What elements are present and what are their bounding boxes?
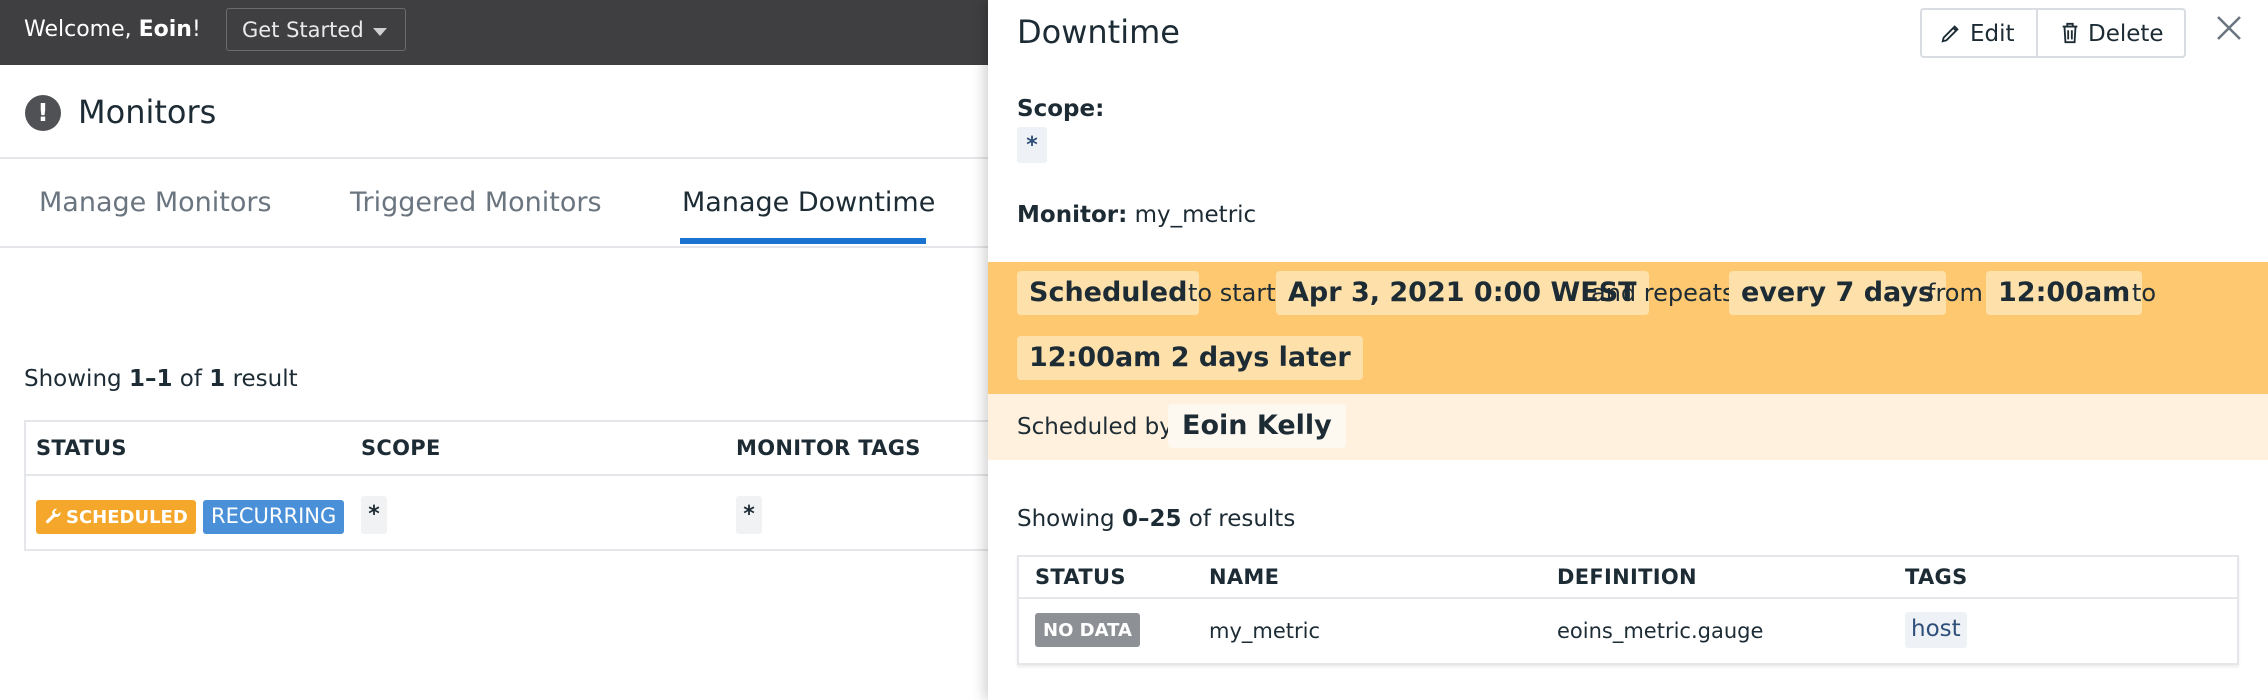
edit-button[interactable]: Edit: [1920, 8, 2038, 58]
tab-triggered-monitors[interactable]: Triggered Monitors: [350, 187, 602, 218]
schedule-repeats-text: and repeats: [1591, 279, 1735, 307]
welcome-message: Welcome, Eoin!: [24, 16, 201, 44]
schedule-from-text: from: [1927, 279, 1983, 307]
scheduled-badge-label: SCHEDULED: [66, 507, 188, 528]
monitor-name-link[interactable]: my_metric: [1209, 619, 1320, 643]
column-header-status: STATUS: [1035, 565, 1126, 589]
scope-label: Scope:: [1017, 96, 1105, 122]
tag-chip[interactable]: host: [1905, 612, 1967, 648]
schedule-to-start-text: to start: [1188, 279, 1276, 307]
header-divider: [1019, 597, 2237, 599]
result-total: 1: [209, 366, 226, 392]
monitor-line: Monitor: my_metric: [1017, 202, 1256, 228]
downtime-table: STATUS SCOPE MONITOR TAGS SCHEDULED RECU…: [24, 420, 1006, 551]
caret-down-icon: [373, 28, 387, 36]
recurring-badge: RECURRING: [203, 500, 345, 534]
column-header-definition: DEFINITION: [1557, 565, 1697, 589]
monitor-label: Monitor:: [1017, 202, 1128, 228]
edit-label: Edit: [1970, 21, 2015, 47]
no-data-badge: NO DATA: [1035, 613, 1140, 647]
column-header-name: NAME: [1209, 565, 1280, 589]
user-name: Eoin: [138, 17, 192, 42]
results-count: Showing 0–25 of results: [1017, 506, 1295, 532]
column-header-status: STATUS: [36, 436, 127, 460]
column-header-monitor-tags: MONITOR TAGS: [736, 436, 921, 460]
affected-monitors-table: STATUS NAME DEFINITION TAGS NO DATA my_m…: [1017, 555, 2239, 665]
result-count-prefix: Showing: [24, 366, 129, 392]
monitor-tags-value: *: [736, 496, 762, 534]
results-suffix: of results: [1181, 506, 1296, 532]
schedule-summary: Scheduled to start Apr 3, 2021 0:00 WEST…: [988, 262, 2268, 394]
results-range: 0–25: [1121, 506, 1182, 532]
monitor-tabs: Manage Monitors Triggered Monitors Manag…: [0, 159, 988, 248]
result-suffix: result: [225, 366, 298, 392]
scheduled-by-label: Scheduled by: [1017, 414, 1173, 440]
tab-manage-downtime[interactable]: Manage Downtime: [682, 187, 935, 218]
exclamation-circle-icon: !: [25, 95, 61, 131]
downtime-drawer: Downtime Edit Delete Scope: * Monitor: m…: [988, 0, 2268, 700]
page-title: Monitors: [78, 93, 217, 131]
scope-value: *: [361, 496, 387, 534]
result-range: 1–1: [128, 366, 173, 392]
monitor-definition: eoins_metric.gauge: [1557, 619, 1764, 643]
close-icon[interactable]: [2214, 13, 2244, 43]
schedule-to-time-pill: 12:00am 2 days later: [1017, 336, 1363, 380]
pencil-icon: [1941, 25, 1959, 43]
schedule-to-text: to: [2132, 279, 2157, 307]
trash-icon: [2062, 22, 2078, 44]
tab-manage-monitors[interactable]: Manage Monitors: [39, 187, 272, 218]
result-of: of: [172, 366, 210, 392]
schedule-from-time-pill: 12:00am: [1986, 271, 2143, 315]
scheduled-badge: SCHEDULED: [36, 500, 196, 534]
scheduled-by-user: Eoin Kelly: [1168, 404, 1346, 448]
schedule-status-pill: Scheduled: [1017, 271, 1200, 315]
welcome-suffix: !: [191, 17, 201, 42]
drawer-title: Downtime: [1017, 13, 1180, 51]
get-started-label: Get Started: [242, 18, 364, 42]
scope-chip: *: [1017, 127, 1047, 163]
active-tab-indicator: [680, 238, 926, 244]
header-divider: [26, 474, 1006, 476]
results-count-prefix: Showing: [1017, 506, 1122, 532]
wrench-icon: [46, 508, 61, 524]
welcome-prefix: Welcome,: [24, 17, 139, 42]
column-header-scope: SCOPE: [361, 436, 441, 460]
delete-button[interactable]: Delete: [2038, 8, 2186, 58]
get-started-dropdown[interactable]: Get Started: [226, 8, 406, 51]
page-header: ! Monitors: [0, 65, 988, 159]
scheduled-by-row: Scheduled by Eoin Kelly: [988, 394, 2268, 460]
delete-label: Delete: [2088, 21, 2164, 47]
monitor-value: my_metric: [1134, 202, 1257, 228]
result-count: Showing 1–1 of 1 result: [24, 366, 298, 392]
column-header-tags: TAGS: [1905, 565, 1968, 589]
schedule-interval-pill: every 7 days: [1729, 271, 1947, 315]
